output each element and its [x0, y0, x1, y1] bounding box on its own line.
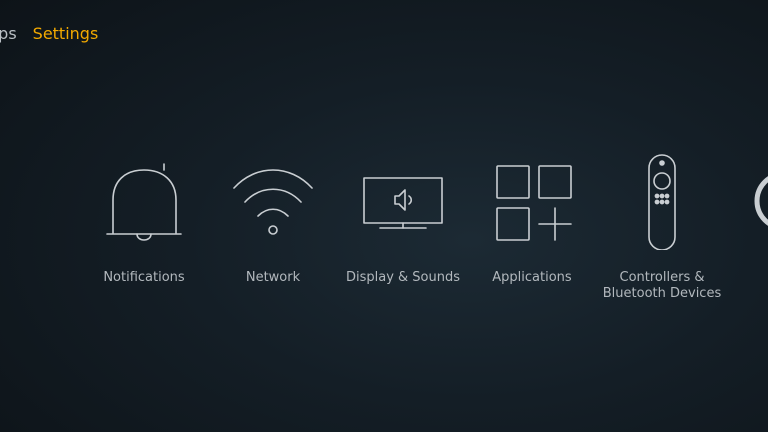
tile-applications[interactable]: Applications	[467, 150, 597, 286]
tile-label: Applications	[492, 270, 572, 285]
tile-notifications[interactable]: Notifications	[79, 150, 209, 286]
tile-label: Controllers & Bluetooth Devices	[602, 270, 722, 301]
top-navigation: pps Settings	[0, 24, 98, 44]
tile-label: Network	[245, 270, 301, 285]
nav-item-settings[interactable]: Settings	[33, 24, 99, 44]
next-tile-partial[interactable]	[752, 170, 768, 232]
tile-label: Display & Sounds	[345, 270, 461, 285]
tile-network[interactable]: Network	[208, 150, 338, 286]
nav-item-apps[interactable]: pps	[0, 24, 17, 44]
tile-label: Notifications	[103, 270, 185, 285]
tile-controllers-bluetooth[interactable]: Controllers & Bluetooth Devices	[597, 150, 727, 302]
display-sound-icon	[358, 150, 448, 250]
partial-gear-icon	[754, 176, 768, 226]
applications-icon	[487, 150, 577, 250]
wifi-icon	[228, 150, 318, 250]
tile-display-sounds[interactable]: Display & Sounds	[338, 150, 468, 286]
bell-icon	[99, 150, 189, 250]
remote-controller-icon	[617, 150, 707, 250]
